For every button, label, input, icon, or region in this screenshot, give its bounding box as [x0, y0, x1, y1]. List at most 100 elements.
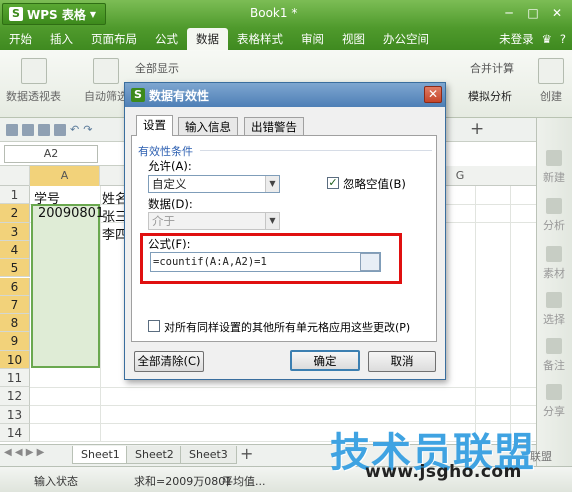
tab-page-layout[interactable]: 页面布局 — [82, 28, 146, 50]
clear-all-button[interactable]: 全部清除(C) — [134, 351, 204, 372]
panel-materials-label: 素材 — [543, 267, 565, 280]
row-header[interactable]: 6 — [0, 277, 30, 296]
row-header[interactable]: 1 — [0, 186, 30, 205]
allow-label: 允许(A): — [148, 159, 192, 173]
select-all-corner[interactable] — [0, 166, 30, 186]
wps-logo-icon: S — [9, 7, 23, 21]
apply-all-checkbox[interactable] — [148, 320, 160, 332]
column-header-b[interactable] — [100, 166, 126, 186]
row-header[interactable]: 5 — [0, 259, 30, 278]
skin-icon[interactable]: ♛ — [542, 28, 552, 50]
show-all-button[interactable]: 全部显示 — [135, 60, 179, 76]
divider — [200, 150, 432, 151]
dialog-title: 数据有效性 — [149, 88, 210, 103]
panel-select[interactable]: 选择 — [536, 292, 572, 327]
window-controls: ─ □ ✕ — [498, 4, 568, 22]
tab-settings[interactable]: 设置 — [136, 115, 173, 136]
data-select-value: 介于 — [152, 214, 175, 228]
data-label: 数据(D): — [148, 197, 193, 211]
row-header[interactable]: 9 — [0, 332, 30, 351]
panel-new[interactable]: 新建 — [536, 150, 572, 185]
row-header[interactable]: 12 — [0, 387, 30, 406]
undo-icon[interactable]: ↶ — [70, 123, 79, 136]
close-icon[interactable]: ✕ — [424, 86, 442, 103]
sheet-tab-1[interactable]: Sheet1 — [72, 446, 129, 464]
new-tab-button[interactable]: + — [470, 119, 484, 139]
column-header-g[interactable]: G — [445, 166, 475, 186]
row-header[interactable]: 11 — [0, 369, 30, 388]
ok-button[interactable]: 确定 — [290, 350, 360, 371]
wps-logo-icon: S — [131, 88, 145, 102]
print-icon[interactable] — [38, 123, 50, 136]
row-header[interactable]: 14 — [0, 423, 30, 443]
menu-right-area: 未登录 ♛ ? — [499, 28, 566, 50]
selected-range-a2-a10[interactable] — [31, 204, 100, 368]
cancel-button[interactable]: 取消 — [368, 351, 436, 372]
minimize-icon[interactable]: ─ — [498, 4, 520, 22]
status-sum: 求和=2009万0801 — [134, 475, 233, 488]
panel-notes[interactable]: 备注 — [536, 338, 572, 373]
maximize-icon[interactable]: □ — [522, 4, 544, 22]
close-icon[interactable]: ✕ — [546, 4, 568, 22]
app-menu-button[interactable]: S WPS 表格 ▼ — [2, 3, 106, 25]
allow-select[interactable]: 自定义 ▼ — [148, 175, 280, 193]
tab-review[interactable]: 审阅 — [292, 28, 333, 50]
tab-view[interactable]: 视图 — [333, 28, 374, 50]
panel-new-label: 新建 — [543, 171, 565, 184]
sheet-nav-arrows[interactable]: ◀ ◀ ▶ ▶ — [4, 447, 44, 458]
simulate-analysis-button[interactable]: 模拟分析 — [468, 88, 512, 104]
name-box[interactable]: A2 — [4, 145, 98, 163]
tab-data[interactable]: 数据 — [187, 28, 228, 50]
create-button[interactable]: 创建 — [538, 58, 564, 104]
grid-line — [100, 186, 101, 442]
pivot-table-button[interactable]: 数据透视表 — [6, 58, 61, 104]
chevron-down-icon: ▼ — [265, 213, 279, 229]
autofilter-button[interactable]: 自动筛选 — [84, 58, 128, 104]
panel-select-label: 选择 — [543, 313, 565, 326]
add-sheet-button[interactable]: + — [240, 444, 253, 463]
quick-access-bar: ↶ ↷ — [0, 118, 125, 142]
tab-home[interactable]: 开始 — [0, 28, 41, 50]
new-file-icon[interactable] — [6, 123, 18, 136]
dialog-title-bar[interactable]: S 数据有效性 — [125, 83, 445, 107]
watermark-label: 联盟 — [530, 450, 552, 463]
login-link[interactable]: 未登录 — [499, 28, 534, 50]
sheet-tab-2[interactable]: Sheet2 — [126, 446, 183, 464]
cell-a2[interactable]: 20090801 — [38, 206, 104, 221]
tab-input-message[interactable]: 输入信息 — [178, 117, 238, 136]
materials-icon — [546, 246, 562, 262]
panel-analyze-label: 分析 — [543, 219, 565, 232]
app-name: WPS 表格 — [27, 7, 86, 22]
row-header[interactable]: 13 — [0, 405, 30, 424]
panel-share[interactable]: 分享 — [536, 384, 572, 419]
column-header-a[interactable]: A — [30, 166, 100, 186]
row-header[interactable]: 4 — [0, 240, 30, 260]
row-header[interactable]: 8 — [0, 314, 30, 333]
tab-table-style[interactable]: 表格样式 — [228, 28, 292, 50]
row-header[interactable]: 10 — [0, 350, 30, 369]
panel-materials[interactable]: 素材 — [536, 246, 572, 281]
pivot-table-icon — [20, 58, 47, 84]
grid-line — [510, 186, 511, 442]
redo-icon[interactable]: ↷ — [83, 123, 92, 136]
row-header[interactable]: 7 — [0, 295, 30, 315]
row-header[interactable]: 2 — [0, 204, 30, 223]
tab-insert[interactable]: 插入 — [41, 28, 82, 50]
row-header[interactable]: 3 — [0, 222, 30, 241]
preview-icon[interactable] — [54, 123, 66, 136]
ignore-blank-checkbox[interactable]: ✓ — [327, 177, 339, 189]
tab-error-alert[interactable]: 出错警告 — [244, 117, 304, 136]
save-icon[interactable] — [22, 123, 34, 136]
panel-analyze[interactable]: 分析 — [536, 198, 572, 233]
data-select: 介于 ▼ — [148, 212, 280, 230]
panel-share-label: 分享 — [543, 405, 565, 418]
new-icon — [546, 150, 562, 166]
chevron-down-icon[interactable]: ▼ — [265, 176, 279, 192]
sheet-tab-3[interactable]: Sheet3 — [180, 446, 237, 464]
tab-office-space[interactable]: 办公空间 — [374, 28, 438, 50]
cell-a1[interactable]: 学号 — [34, 188, 60, 207]
tab-strip: + — [440, 118, 536, 142]
merge-calc-button[interactable]: 合并计算 — [470, 60, 514, 76]
help-icon[interactable]: ? — [560, 28, 566, 50]
tab-formulas[interactable]: 公式 — [146, 28, 187, 50]
